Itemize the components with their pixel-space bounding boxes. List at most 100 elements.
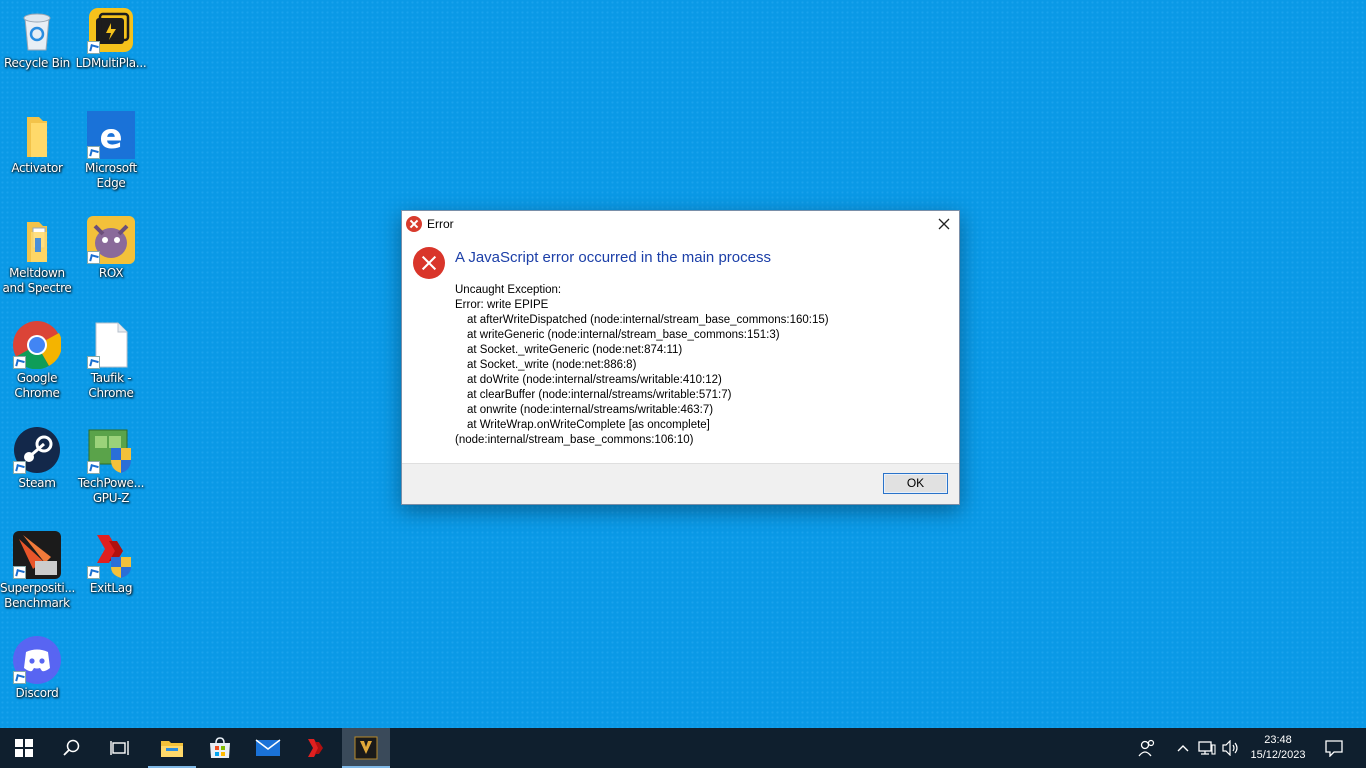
- error-small-icon: [406, 216, 422, 232]
- task-view-button[interactable]: [96, 728, 144, 768]
- clock-date: 15/12/2023: [1250, 749, 1306, 761]
- taskbar-microsoft-store[interactable]: [196, 728, 244, 768]
- recycle-bin-icon: [13, 6, 61, 54]
- shortcut-arrow-icon: [13, 566, 26, 579]
- stack-line: at Socket._write (node:net:886:8): [467, 359, 637, 371]
- gpuz-icon: [87, 426, 135, 474]
- notification-icon: [1325, 740, 1343, 757]
- edge-icon: e: [87, 111, 135, 159]
- task-view-icon: [110, 741, 129, 755]
- exitlag-icon: [308, 739, 323, 757]
- desktop-icon-label: ExitLag: [89, 581, 133, 595]
- desktop-icon-label: Steam: [18, 476, 56, 490]
- clock-time: 23:48: [1264, 734, 1292, 746]
- error-icon: [413, 247, 445, 279]
- stack-line: at afterWriteDispatched (node:internal/s…: [467, 314, 829, 326]
- stack-line: at writeGeneric (node:internal/stream_ba…: [467, 329, 780, 341]
- volume-icon: [1222, 740, 1238, 756]
- network-button[interactable]: [1196, 728, 1218, 768]
- desktop-icon-label: Superpositi... Benchmark: [0, 581, 75, 610]
- main-instruction: A JavaScript error occurred in the main …: [455, 249, 771, 266]
- taskbar-exitlag[interactable]: [292, 728, 340, 768]
- shortcut-arrow-icon: [87, 41, 100, 54]
- chevron-up-icon: [1177, 745, 1189, 752]
- desktop-icon-label: TechPowe... GPU-Z: [77, 476, 145, 505]
- rox-icon: [87, 216, 135, 264]
- shortcut-arrow-icon: [13, 671, 26, 684]
- svg-text:e: e: [99, 117, 122, 157]
- close-button[interactable]: [929, 211, 959, 237]
- error-details: Uncaught Exception: Error: write EPIPE at …: [455, 283, 829, 448]
- file-icon: [87, 321, 135, 369]
- shortcut-arrow-icon: [87, 146, 100, 159]
- taskbar-file-explorer[interactable]: [148, 728, 196, 768]
- search-button[interactable]: [48, 728, 96, 768]
- desktop-icon-recycle-bin[interactable]: Recycle Bin: [0, 0, 74, 71]
- superposition-icon: [13, 531, 61, 579]
- desktop-icon-gpuz[interactable]: TechPowe... GPU-Z: [74, 420, 148, 506]
- file-explorer-icon: [161, 741, 183, 757]
- taskbar: 23:48 15/12/2023: [0, 728, 1366, 768]
- ok-button[interactable]: OK: [883, 473, 948, 494]
- desktop-icon-meltdown[interactable]: Meltdown and Spectre: [0, 210, 74, 296]
- windows-icon: [15, 739, 33, 757]
- error-dialog: Error A JavaScript error occurred in the…: [401, 210, 960, 505]
- dialog-title: Error: [427, 217, 454, 231]
- app-icon: [354, 736, 378, 760]
- shortcut-arrow-icon: [13, 461, 26, 474]
- ldmultiplayer-icon: [87, 6, 135, 54]
- desktop-icon-google-chrome[interactable]: Google Chrome: [0, 315, 74, 401]
- desktop-icon-ldmultiplayer[interactable]: LDMultiPla...: [74, 0, 148, 71]
- desktop-icon-discord[interactable]: Discord: [0, 630, 74, 701]
- clock[interactable]: 23:48 15/12/2023: [1246, 728, 1310, 768]
- people-button[interactable]: [1124, 728, 1170, 768]
- show-hidden-icons-button[interactable]: [1172, 728, 1194, 768]
- people-icon: [1138, 739, 1155, 757]
- desktop-icon-activator[interactable]: Activator: [0, 105, 74, 176]
- store-icon: [210, 737, 230, 758]
- taskbar-active-app[interactable]: [342, 728, 390, 768]
- desktop-icon-exitlag[interactable]: ExitLag: [74, 525, 148, 596]
- start-button[interactable]: [0, 728, 48, 768]
- desktop-icon-microsoft-edge[interactable]: e Microsoft Edge: [74, 105, 148, 191]
- discord-icon: [13, 636, 61, 684]
- chrome-icon: [13, 321, 62, 370]
- network-icon: [1198, 741, 1216, 755]
- desktop-icon-label: Google Chrome: [14, 371, 60, 400]
- detail-line: Error: write EPIPE: [455, 299, 549, 311]
- desktop-icon-rox[interactable]: ROX: [74, 210, 148, 281]
- detail-line: Uncaught Exception:: [455, 284, 562, 296]
- shortcut-arrow-icon: [87, 566, 100, 579]
- desktop-icon-label: Recycle Bin: [4, 56, 70, 70]
- desktop-icon-label: Taufik - Chrome: [88, 371, 134, 400]
- exitlag-icon: [87, 531, 135, 579]
- close-icon: [938, 218, 950, 230]
- dialog-footer: OK: [402, 463, 959, 504]
- dialog-titlebar[interactable]: Error: [402, 211, 959, 237]
- search-icon: [63, 739, 80, 756]
- shortcut-arrow-icon: [87, 461, 100, 474]
- stack-line: at Socket._writeGeneric (node:net:874:11…: [467, 344, 683, 356]
- folder-icon: [13, 111, 61, 159]
- desktop-icon-superposition[interactable]: Superpositi... Benchmark: [0, 525, 75, 611]
- taskbar-mail[interactable]: [244, 728, 292, 768]
- desktop-icon-label: LDMultiPla...: [75, 56, 147, 70]
- shortcut-arrow-icon: [13, 356, 26, 369]
- desktop-icon-label: Discord: [15, 686, 59, 700]
- action-center-button[interactable]: [1314, 728, 1354, 768]
- volume-button[interactable]: [1220, 728, 1242, 768]
- desktop-icon-taufik-chrome[interactable]: Taufik - Chrome: [74, 315, 148, 401]
- desktop-icon-label: Microsoft Edge: [85, 161, 137, 190]
- steam-icon: [13, 426, 61, 474]
- dialog-body: A JavaScript error occurred in the main …: [402, 237, 959, 462]
- shortcut-arrow-icon: [87, 356, 100, 369]
- desktop-icon-label: Activator: [11, 161, 63, 175]
- stack-line: (node:internal/stream_base_commons:106:1…: [455, 434, 694, 446]
- stack-line: at clearBuffer (node:internal/streams/wr…: [467, 389, 732, 401]
- stack-line: at WriteWrap.onWriteComplete [as oncompl…: [467, 419, 710, 431]
- stack-line: at doWrite (node:internal/streams/writab…: [467, 374, 722, 386]
- desktop-icon-label: Meltdown and Spectre: [2, 266, 72, 295]
- desktop-icon-steam[interactable]: Steam: [0, 420, 74, 491]
- shortcut-arrow-icon: [87, 251, 100, 264]
- mail-icon: [255, 739, 281, 756]
